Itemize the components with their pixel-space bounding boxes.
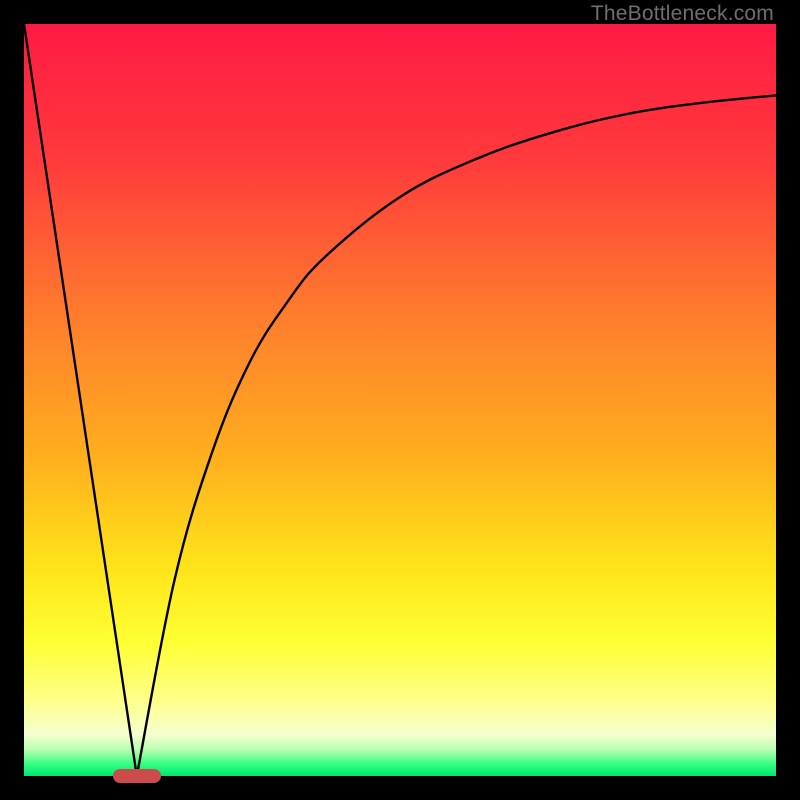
chart-container: TheBottleneck.com: [0, 0, 800, 800]
bottleneck-curve: [24, 24, 776, 776]
optimal-zone-marker: [113, 769, 161, 783]
curve-layer: [24, 24, 776, 776]
plot-area: [24, 24, 776, 776]
watermark-text: TheBottleneck.com: [591, 2, 774, 26]
